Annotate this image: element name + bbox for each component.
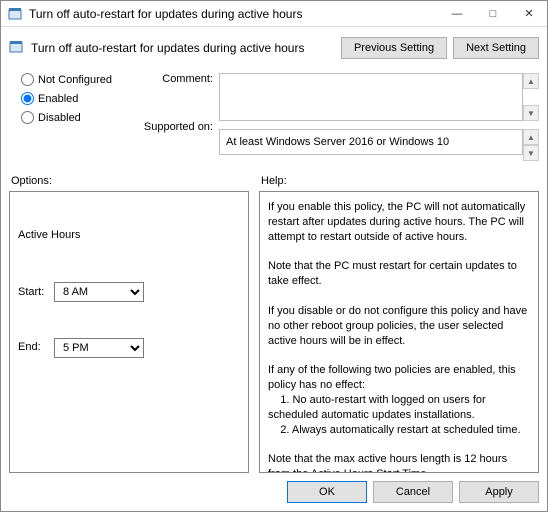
radio-enabled-label: Enabled [38, 93, 78, 105]
close-button[interactable]: ✕ [511, 1, 547, 26]
minimize-button[interactable]: ― [439, 1, 475, 26]
options-body: Active Hours Start: 8 AM End: 5 PM [9, 191, 249, 473]
help-text: If you enable this policy, the PC will n… [259, 191, 539, 473]
supported-on-label: Supported on: [135, 121, 213, 133]
radio-not-configured-label: Not Configured [38, 74, 112, 86]
start-select[interactable]: 8 AM [54, 282, 144, 302]
header-row: Turn off auto-restart for updates during… [9, 37, 539, 59]
policy-icon [9, 40, 25, 56]
end-label: End: [18, 340, 48, 355]
gpedit-icon [7, 6, 23, 22]
policy-title: Turn off auto-restart for updates during… [31, 41, 333, 55]
maximize-button[interactable]: □ [475, 1, 511, 26]
radio-disabled-input[interactable] [21, 111, 34, 124]
dialog-footer: OK Cancel Apply [9, 473, 539, 503]
active-hours-title: Active Hours [18, 228, 240, 243]
options-pane: Options: Active Hours Start: 8 AM End: 5… [9, 171, 249, 473]
comment-textarea[interactable] [219, 73, 523, 121]
gpedit-dialog: Turn off auto-restart for updates during… [0, 0, 548, 512]
radio-disabled-label: Disabled [38, 112, 81, 124]
state-radios: Not Configured Enabled Disabled [9, 73, 129, 161]
help-pane: Help: If you enable this policy, the PC … [259, 171, 539, 473]
dialog-content: Turn off auto-restart for updates during… [1, 27, 547, 511]
comment-label: Comment: [135, 73, 213, 85]
radio-enabled-input[interactable] [21, 92, 34, 105]
radio-not-configured[interactable]: Not Configured [21, 73, 129, 86]
radio-enabled[interactable]: Enabled [21, 92, 129, 105]
scroll-up-icon[interactable]: ▲ [523, 129, 539, 145]
radio-not-configured-input[interactable] [21, 73, 34, 86]
cancel-button[interactable]: Cancel [373, 481, 453, 503]
help-label: Help: [259, 171, 539, 191]
scroll-down-icon[interactable]: ▼ [523, 105, 539, 121]
window-title: Turn off auto-restart for updates during… [29, 7, 439, 21]
options-label: Options: [9, 171, 249, 191]
scroll-down-icon[interactable]: ▼ [523, 145, 539, 161]
supported-on-value: At least Windows Server 2016 or Windows … [219, 129, 523, 155]
start-label: Start: [18, 285, 48, 300]
previous-setting-button[interactable]: Previous Setting [341, 37, 447, 59]
config-grid: Not Configured Enabled Disabled Comment:… [9, 73, 539, 161]
titlebar[interactable]: Turn off auto-restart for updates during… [1, 1, 547, 27]
ok-button[interactable]: OK [287, 481, 367, 503]
window-controls: ― □ ✕ [439, 1, 547, 26]
next-setting-button[interactable]: Next Setting [453, 37, 539, 59]
radio-disabled[interactable]: Disabled [21, 111, 129, 124]
scroll-up-icon[interactable]: ▲ [523, 73, 539, 89]
end-select[interactable]: 5 PM [54, 338, 144, 358]
apply-button[interactable]: Apply [459, 481, 539, 503]
